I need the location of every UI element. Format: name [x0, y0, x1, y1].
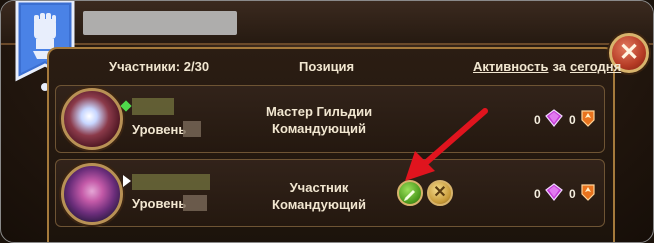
activity-gem-icon [545, 183, 563, 201]
member-level-label: Уровень [132, 196, 187, 211]
member-level-redacted [183, 195, 207, 211]
close-icon: ✕ [618, 39, 640, 66]
member-level-redacted [183, 121, 201, 137]
position-header: Позиция [299, 59, 355, 74]
member-position: Мастер Гильдии Командующий [265, 104, 373, 136]
activity-gem-icon [545, 109, 563, 127]
title-bar [1, 1, 653, 45]
members-count-header: Участники: 2/30 [109, 59, 210, 74]
annotation-arrow-icon [405, 108, 488, 181]
member-position: Участник Командующий [272, 180, 366, 212]
emblem-count: 0 [569, 187, 576, 201]
avatar[interactable] [61, 163, 123, 225]
member-name-redacted [132, 174, 210, 190]
guild-name-redacted [83, 11, 237, 35]
guild-members-window: ✕ Участники: 2/30 Позиция Активность за се… [0, 0, 654, 243]
gem-count: 0 [534, 113, 541, 127]
emblem-count: 0 [569, 113, 576, 127]
activity-emblem-icon [581, 184, 595, 201]
activity-emblem-icon [581, 110, 595, 127]
expand-arrow-icon[interactable] [123, 175, 131, 187]
activity-header: Активность за сегодня [473, 59, 622, 74]
member-level-label: Уровень [132, 122, 187, 137]
activity-sort-link[interactable]: Активность [473, 59, 548, 74]
gem-count: 0 [534, 187, 541, 201]
member-name-redacted [132, 98, 174, 115]
avatar[interactable] [61, 88, 123, 150]
activity-period-link[interactable]: сегодня [570, 59, 621, 74]
